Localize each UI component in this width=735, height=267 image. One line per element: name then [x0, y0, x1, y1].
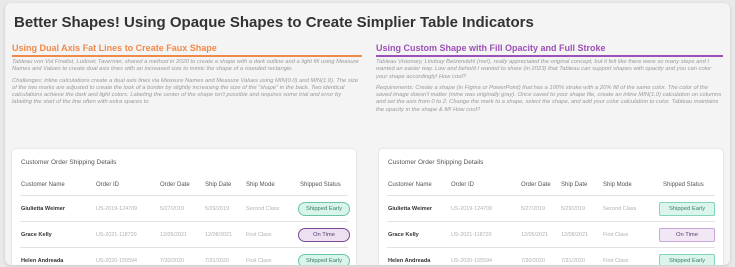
status-badge: On Time [659, 228, 715, 242]
ship-date: 12/08/2021 [561, 232, 588, 238]
ship-date: 7/31/2020 [561, 258, 585, 264]
right-paragraph-2: Requirements: Create a shape (in Figma o… [376, 84, 722, 113]
ship-mode: First Class [246, 232, 272, 238]
left-heading: Using Dual Axis Fat Lines to Create Faux… [12, 43, 362, 57]
column-header: Order Date [521, 182, 551, 188]
table-row: Grace Kelly US-2021-118720 12/05/2021 12… [12, 226, 356, 244]
ship-date: 7/31/2020 [205, 258, 229, 264]
ship-date: 5/29/2019 [561, 206, 585, 212]
ship-mode: First Class [603, 232, 629, 238]
order-date: 12/05/2021 [521, 232, 548, 238]
order-date: 7/30/2020 [160, 258, 184, 264]
table-header-row: Customer Name Order ID Order Date Ship D… [379, 176, 723, 194]
table-row: Helen Andreada US-2020-155594 7/30/2020 … [379, 252, 723, 265]
order-id: US-2020-155594 [96, 258, 138, 264]
ship-mode: First Class [603, 258, 629, 264]
right-explanation: Using Custom Shape with Fill Opacity and… [376, 43, 723, 118]
column-header: Ship Mode [246, 182, 275, 188]
order-date: 12/05/2021 [160, 232, 187, 238]
row-divider [387, 195, 715, 196]
status-badge: On Time [298, 228, 350, 242]
row-divider [20, 195, 348, 196]
table-title: Customer Order Shipping Details [388, 159, 484, 166]
order-date: 7/30/2020 [521, 258, 545, 264]
table-row: Giulietta Weimer US-2019-124709 5/27/201… [12, 200, 356, 218]
column-header: Order Date [160, 182, 190, 188]
right-heading: Using Custom Shape with Fill Opacity and… [376, 43, 723, 57]
ship-mode: First Class [246, 258, 272, 264]
column-header: Customer Name [388, 182, 432, 188]
right-table-card: Customer Order Shipping Details Customer… [379, 149, 723, 265]
page-title: Better Shapes! Using Opaque Shapes to Cr… [14, 14, 534, 31]
left-explanation: Using Dual Axis Fat Lines to Create Faux… [12, 43, 362, 111]
table-row: Giulietta Weimer US-2019-124709 5/27/201… [379, 200, 723, 218]
column-header: Order ID [96, 182, 120, 188]
order-id: US-2021-118720 [96, 232, 137, 238]
right-description: Tableau Visionary, Lindsay Betzendahl (m… [376, 59, 723, 114]
status-badge: Shipped Early [659, 254, 715, 265]
order-id: US-2021-118720 [451, 232, 492, 238]
column-header: Order ID [451, 182, 475, 188]
column-header: Ship Date [561, 182, 588, 188]
order-date: 5/27/2019 [160, 206, 184, 212]
table-title: Customer Order Shipping Details [21, 159, 117, 166]
dashboard: Better Shapes! Using Opaque Shapes to Cr… [5, 3, 730, 265]
order-id: US-2020-155594 [451, 258, 493, 264]
right-paragraph-1: Tableau Visionary, Lindsay Betzendahl (m… [376, 59, 712, 80]
left-paragraph-1: Tableau von Vol Finalist, Ludovic Tavern… [12, 59, 359, 73]
row-divider [20, 221, 348, 222]
order-date: 5/27/2019 [521, 206, 545, 212]
order-id: US-2019-124709 [451, 206, 493, 212]
table-row: Helen Andreada US-2020-155594 7/30/2020 … [12, 252, 356, 265]
ship-date: 5/29/2019 [205, 206, 229, 212]
customer-name: Grace Kelly [388, 232, 419, 238]
column-header: Shipped Status [663, 182, 704, 188]
column-header: Ship Mode [603, 182, 632, 188]
left-table-card: Customer Order Shipping Details Customer… [12, 149, 356, 265]
ship-mode: Second Class [246, 206, 280, 212]
customer-name: Grace Kelly [21, 232, 52, 238]
left-paragraph-2: Challenges: inline calculations create a… [12, 77, 359, 106]
customer-name: Giulietta Weimer [388, 206, 433, 212]
table-header-row: Customer Name Order ID Order Date Ship D… [12, 176, 356, 194]
status-badge: Shipped Early [659, 202, 715, 216]
ship-date: 12/08/2021 [205, 232, 232, 238]
customer-name: Helen Andreada [21, 258, 64, 264]
status-badge: Shipped Early [298, 254, 350, 265]
order-id: US-2019-124709 [96, 206, 138, 212]
ship-mode: Second Class [603, 206, 637, 212]
row-divider [20, 247, 348, 248]
table-row: Grace Kelly US-2021-118720 12/05/2021 12… [379, 226, 723, 244]
row-divider [387, 247, 715, 248]
column-header: Ship Date [205, 182, 232, 188]
status-badge: Shipped Early [298, 202, 350, 216]
row-divider [387, 221, 715, 222]
column-header: Customer Name [21, 182, 65, 188]
left-description: Tableau von Vol Finalist, Ludovic Tavern… [12, 59, 362, 107]
customer-name: Helen Andreada [388, 258, 431, 264]
customer-name: Giulietta Weimer [21, 206, 66, 212]
column-header: Shipped Status [300, 182, 341, 188]
